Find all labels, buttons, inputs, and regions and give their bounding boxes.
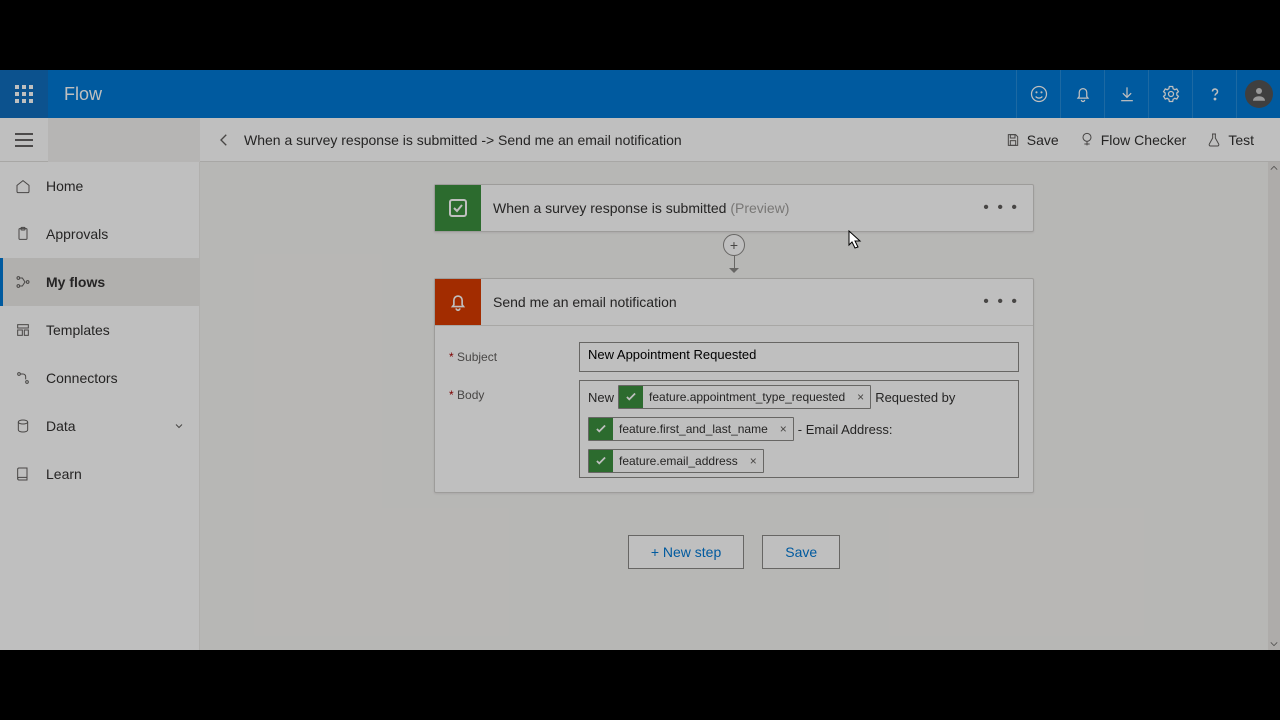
save-label: Save (1027, 132, 1059, 148)
token-label: feature.first_and_last_name (613, 422, 774, 436)
connector: + (434, 232, 1034, 278)
topbar: Flow (0, 70, 1280, 118)
scrollbar[interactable] (1268, 162, 1280, 650)
sidebar-item-label: Home (46, 178, 83, 194)
body-label: Body (449, 380, 567, 402)
checkbox-icon (589, 449, 613, 473)
flow-checker-button[interactable]: Flow Checker (1069, 124, 1197, 156)
gear-icon[interactable] (1148, 70, 1192, 118)
scroll-up-icon[interactable] (1268, 162, 1280, 174)
flow-canvas[interactable]: When a survey response is submitted (Pre… (200, 162, 1268, 650)
action-card[interactable]: Send me an email notification • • • Subj… (434, 278, 1034, 493)
sidebar-item-my-flows[interactable]: My flows (0, 258, 199, 306)
flow-icon (14, 273, 32, 291)
template-icon (14, 321, 32, 339)
action-title: Send me an email notification (481, 294, 689, 310)
sidebar-item-label: Learn (46, 466, 82, 482)
subject-field[interactable] (588, 347, 1010, 362)
token-label: feature.appointment_type_requested (643, 390, 851, 404)
save-button[interactable]: Save (995, 124, 1069, 156)
sidebar-item-approvals[interactable]: Approvals (0, 210, 199, 258)
help-icon[interactable] (1192, 70, 1236, 118)
hamburger-icon[interactable] (0, 118, 48, 162)
book-icon (14, 465, 32, 483)
trigger-title: When a survey response is submitted (493, 200, 726, 216)
test-label: Test (1228, 132, 1254, 148)
back-icon[interactable] (208, 124, 240, 156)
subject-label: Subject (449, 342, 567, 364)
body-text: New (588, 388, 614, 407)
token-name[interactable]: feature.first_and_last_name × (588, 417, 794, 441)
more-icon[interactable]: • • • (979, 185, 1023, 231)
smiley-icon[interactable] (1016, 70, 1060, 118)
trigger-preview: (Preview) (730, 200, 789, 216)
home-icon (14, 177, 32, 195)
save-flow-button[interactable]: Save (762, 535, 840, 569)
commandbar: When a survey response is submitted -> S… (200, 118, 1280, 162)
checkbox-icon (619, 385, 643, 409)
body-text: - Email Address: (798, 420, 893, 439)
sidebar-item-label: Approvals (46, 226, 108, 242)
checkbox-icon (589, 417, 613, 441)
subject-input[interactable] (579, 342, 1019, 372)
clipboard-icon (14, 225, 32, 243)
sidebar-item-label: Data (46, 418, 76, 434)
remove-icon[interactable]: × (851, 390, 870, 404)
sidebar-item-label: My flows (46, 274, 105, 290)
token-appointment-type[interactable]: feature.appointment_type_requested × (618, 385, 871, 409)
remove-icon[interactable]: × (774, 422, 793, 436)
flow-checker-label: Flow Checker (1101, 132, 1187, 148)
remove-icon[interactable]: × (744, 454, 763, 468)
app-launcher-icon[interactable] (0, 70, 48, 118)
survey-icon (435, 185, 481, 231)
download-icon[interactable] (1104, 70, 1148, 118)
breadcrumb: When a survey response is submitted -> S… (244, 132, 995, 148)
sidebar-item-templates[interactable]: Templates (0, 306, 199, 354)
bell-icon (435, 279, 481, 325)
leftnav: Home Approvals My flows Templates Connec… (0, 162, 200, 650)
trigger-card[interactable]: When a survey response is submitted (Pre… (434, 184, 1034, 232)
token-email[interactable]: feature.email_address × (588, 449, 764, 473)
chevron-down-icon (173, 420, 185, 432)
token-label: feature.email_address (613, 454, 744, 468)
data-icon (14, 417, 32, 435)
connector-icon (14, 369, 32, 387)
sidebar-item-label: Templates (46, 322, 110, 338)
add-step-icon[interactable]: + (723, 234, 745, 256)
test-button[interactable]: Test (1196, 124, 1264, 156)
avatar[interactable] (1236, 70, 1280, 118)
sidebar-item-home[interactable]: Home (0, 162, 199, 210)
sidebar-item-learn[interactable]: Learn (0, 450, 199, 498)
app-title: Flow (48, 84, 118, 105)
scroll-down-icon[interactable] (1268, 638, 1280, 650)
more-icon[interactable]: • • • (979, 279, 1023, 325)
cursor-icon (848, 230, 864, 250)
sidebar-item-data[interactable]: Data (0, 402, 199, 450)
sidebar-item-connectors[interactable]: Connectors (0, 354, 199, 402)
body-text: Requested by (875, 388, 955, 407)
sidebar-item-label: Connectors (46, 370, 118, 386)
notification-icon[interactable] (1060, 70, 1104, 118)
body-input[interactable]: New feature.appointment_type_requested ×… (579, 380, 1019, 478)
new-step-button[interactable]: + New step (628, 535, 744, 569)
